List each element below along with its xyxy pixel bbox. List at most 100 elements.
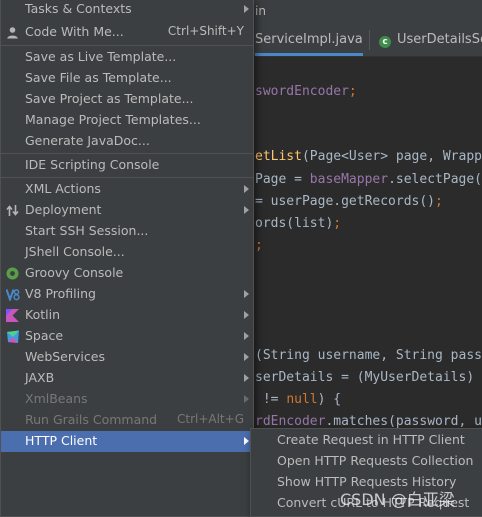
code-line: serDetails = (MyUserDetails) <box>255 369 474 387</box>
menu-item-label: Manage Project Templates... <box>25 112 201 127</box>
tab-divider <box>369 30 370 50</box>
code-token: = userPage.getRecords() <box>255 194 436 209</box>
code-token: .matches(password, u <box>325 414 482 429</box>
code-token: baseMapper <box>309 172 389 187</box>
menu-item-jshell-console[interactable]: JShell Console... <box>1 242 253 263</box>
menu-item-ide-scripting-console[interactable]: IDE Scripting Console <box>1 155 253 176</box>
title-fragment: in <box>255 4 266 18</box>
tab-userdetailsservice[interactable]: c UserDetailsSer <box>379 24 482 56</box>
menu-item-kotlin[interactable]: Kotlin <box>1 305 253 326</box>
menu-item-space[interactable]: Space <box>1 326 253 347</box>
menu-item-groovy-console[interactable]: Groovy Console <box>1 263 253 284</box>
menu-item-start-ssh[interactable]: Start SSH Session... <box>1 221 253 242</box>
v8-icon <box>5 287 20 302</box>
menu-item-label: Open HTTP Requests Collection <box>277 453 474 468</box>
menu-item-deployment[interactable]: Deployment <box>1 200 253 221</box>
code-line: ; <box>255 237 263 255</box>
menu-item-label: Run Grails Command <box>25 412 158 427</box>
menu-item-label: Tasks & Contexts <box>25 1 132 16</box>
submenu-arrow-icon <box>244 311 249 319</box>
code-token: ) { <box>317 392 342 407</box>
submenu-arrow-icon <box>244 332 249 340</box>
kotlin-icon <box>5 308 20 323</box>
code-token: swordEncoder <box>255 84 349 99</box>
deployment-icon <box>5 203 20 218</box>
menu-item-label: V8 Profiling <box>25 286 96 301</box>
menu-item-label: Save Project as Template... <box>25 91 194 106</box>
shortcut-label: Ctrl+Shift+Y <box>167 24 244 38</box>
menu-item-xml-actions[interactable]: XML Actions <box>1 179 253 200</box>
menu-item-label: Start SSH Session... <box>25 223 149 238</box>
code-line: swordEncoder; <box>255 83 357 101</box>
menu-item-http-client[interactable]: HTTP Client <box>1 431 253 452</box>
menu-item-save-file-template[interactable]: Save File as Template... <box>1 68 253 89</box>
menu-item-label: Deployment <box>25 202 102 217</box>
code-token: Page = <box>255 172 310 187</box>
code-token: ; <box>348 84 357 99</box>
code-line: (String username, String pass <box>255 347 482 365</box>
code-token: ; <box>435 194 443 209</box>
tab-label: ServiceImpl.java <box>255 32 363 47</box>
menu-item-label: XML Actions <box>25 181 101 196</box>
menu-item-webservices[interactable]: WebServices <box>1 347 253 368</box>
submenu-arrow-icon <box>244 374 249 382</box>
menu-item-code-with-me[interactable]: Code With Me... Ctrl+Shift+Y <box>1 22 253 43</box>
menu-item-label: Create Request in HTTP Client <box>277 432 465 447</box>
code-token: null <box>286 392 318 407</box>
groovy-icon <box>5 266 20 281</box>
menu-item-run-grails: Run Grails Command Ctrl+Alt+G <box>1 410 253 431</box>
menu-separator <box>1 45 253 46</box>
code-line: != null) { <box>255 391 341 409</box>
menu-item-xmlbeans: XmlBeans <box>1 389 253 410</box>
menu-item-label: Generate JavaDoc... <box>25 133 150 148</box>
menu-item-label: IDE Scripting Console <box>25 157 160 172</box>
submenu-arrow-icon <box>244 185 249 193</box>
menu-item-label: JAXB <box>25 370 55 385</box>
code-line: ords(list); <box>255 215 341 233</box>
menu-item-label: HTTP Client <box>25 433 98 448</box>
code-token: serDetails = (MyUserDetails) <box>255 370 475 385</box>
code-token: ; <box>255 238 263 253</box>
submenu-arrow-icon <box>244 395 249 403</box>
code-token: .selectPage( <box>388 172 482 187</box>
code-token: ords(list) <box>255 216 334 231</box>
tools-menu: Tasks & Contexts Code With Me... Ctrl+Sh… <box>0 0 254 517</box>
code-token: (String username, String pass <box>255 348 482 363</box>
menu-item-v8-profiling[interactable]: V8 Profiling <box>1 284 253 305</box>
menu-separator <box>1 177 253 178</box>
tab-serviceimpl[interactable]: ServiceImpl.java <box>255 24 363 56</box>
class-icon: c <box>379 36 391 48</box>
menu-item-jaxb[interactable]: JAXB <box>1 368 253 389</box>
menu-item-manage-templates[interactable]: Manage Project Templates... <box>1 110 253 131</box>
menu-item-open-requests-collection[interactable]: Open HTTP Requests Collection <box>251 451 482 472</box>
code-line: Page = baseMapper.selectPage( <box>255 171 482 189</box>
code-token: != <box>255 392 287 407</box>
menu-separator <box>1 153 253 154</box>
code-line: etList(Page<User> page, Wrapp <box>255 148 482 166</box>
menu-item-label: Groovy Console <box>25 265 124 280</box>
menu-item-tasks-contexts[interactable]: Tasks & Contexts <box>1 0 253 20</box>
code-token: ; <box>333 216 342 231</box>
menu-item-save-project-template[interactable]: Save Project as Template... <box>1 89 253 110</box>
menu-item-label: XmlBeans <box>25 391 88 406</box>
menu-item-label: WebServices <box>25 349 105 364</box>
menu-item-label: Save File as Template... <box>25 70 172 85</box>
submenu-arrow-icon <box>244 5 249 13</box>
menu-item-generate-javadoc[interactable]: Generate JavaDoc... <box>1 131 253 152</box>
code-line: = userPage.getRecords(); <box>255 193 443 211</box>
code-token: (Page<User> page, Wrapp <box>301 149 482 164</box>
menu-item-save-live-template[interactable]: Save as Live Template... <box>1 47 253 68</box>
menu-item-label: Kotlin <box>25 307 60 322</box>
shortcut-label: Ctrl+Alt+G <box>176 412 244 426</box>
submenu-arrow-icon <box>244 353 249 361</box>
submenu-arrow-icon <box>244 437 249 445</box>
code-token: rdEncoder <box>255 414 326 429</box>
submenu-arrow-icon <box>244 290 249 298</box>
tab-label: UserDetailsSer <box>397 32 482 47</box>
person-icon <box>5 25 20 40</box>
menu-item-label: JShell Console... <box>25 244 125 259</box>
watermark: CSDN @白亚梁 <box>340 490 455 509</box>
space-icon <box>5 329 20 344</box>
menu-item-label: Code With Me... <box>25 24 124 39</box>
menu-item-create-request[interactable]: Create Request in HTTP Client <box>251 430 482 451</box>
